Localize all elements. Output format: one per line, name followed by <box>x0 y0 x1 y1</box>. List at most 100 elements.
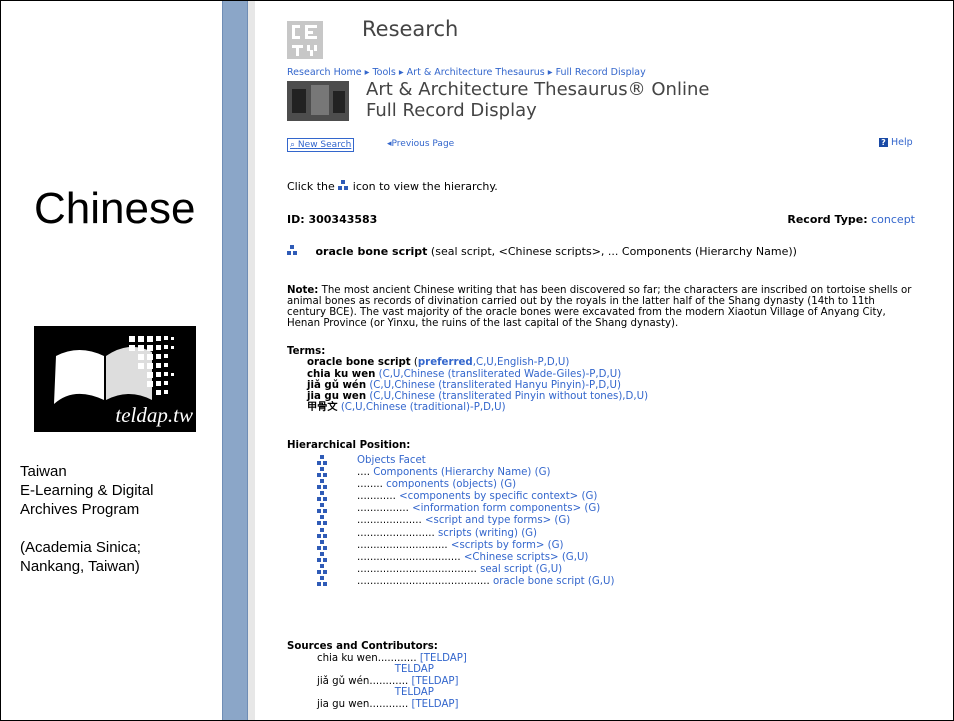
record-id: ID: 300343583 <box>287 213 378 226</box>
hierarchy-link[interactable]: <script and type forms> <box>425 515 551 526</box>
hierarchy-indent: ..................................... <box>357 563 481 575</box>
hierarchy-link[interactable]: <information form components> <box>412 503 581 514</box>
new-search-button[interactable]: ⌕ New Search <box>287 138 355 152</box>
magnifier-icon: ⌕ <box>290 140 296 150</box>
source-term: chia ku wen............ <box>317 652 420 664</box>
source-link[interactable]: [TELDAP] <box>420 653 467 664</box>
hierarchy-icon[interactable] <box>287 245 298 256</box>
terms-label: Terms: <box>287 346 326 357</box>
hierarchy-suffix: (G) <box>544 539 564 551</box>
term-name: jiǎ gǔ wén <box>307 379 367 391</box>
term-info-link[interactable]: ,C,U,English-P,D,U) <box>473 357 570 368</box>
term-info-link[interactable]: (C,U,Chinese (traditional)-P,D,U) <box>341 402 506 413</box>
description-line: Archives Program <box>20 501 140 518</box>
hierarchy-row: .... Components (Hierarchy Name) (G) <box>287 467 550 479</box>
help-label: Help <box>891 137 913 148</box>
decorative-sidebar-bar <box>222 1 248 720</box>
hierarchy-link[interactable]: <Chinese scripts> <box>464 552 559 563</box>
help-link[interactable]: ? Help <box>879 137 913 149</box>
note-label: Note: <box>287 285 319 296</box>
source-row: chia ku wen............ [TELDAP] <box>287 653 467 665</box>
hierarchy-icon[interactable] <box>317 479 328 490</box>
description-line: (Academia Sinica; <box>20 539 141 556</box>
hierarchy-link[interactable]: scripts (writing) <box>438 528 518 539</box>
sources-section: Sources and Contributors: chia ku wen...… <box>287 641 467 710</box>
hierarchy-row: ........................................… <box>287 575 614 588</box>
term-preferred-link[interactable]: preferred <box>418 357 473 368</box>
hierarchy-link[interactable]: <components by specific context> <box>399 491 578 502</box>
source-term <box>317 664 395 675</box>
hierarchy-link[interactable]: <scripts by form> <box>451 540 545 551</box>
hierarchy-link[interactable]: Components (Hierarchy Name) <box>373 467 531 478</box>
source-link[interactable]: [TELDAP] <box>411 699 458 710</box>
hierarchy-suffix: (G,U) <box>532 563 563 575</box>
hierarchy-suffix: (G) <box>578 491 598 503</box>
hierarchy-hint: Click the icon to view the hierarchy. <box>287 180 498 193</box>
hierarchy-icon[interactable] <box>317 515 328 526</box>
previous-page-link[interactable]: ◂Previous Page <box>387 138 454 150</box>
breadcrumb[interactable]: Research Home ▸ Tools ▸ Art & Architectu… <box>287 67 646 79</box>
teldap-logo: teldap.tw <box>34 326 196 432</box>
source-link[interactable]: [TELDAP] <box>411 676 458 687</box>
source-link[interactable]: TELDAP <box>395 687 434 698</box>
hierarchy-row: Objects Facet <box>287 455 426 467</box>
hierarchy-icon[interactable] <box>317 527 328 539</box>
hierarchy-row: ............ <components by specific con… <box>287 491 597 503</box>
page-title: Art & Architecture Thesaurus® Online Ful… <box>366 79 709 121</box>
term-name: chia ku wen <box>307 368 376 380</box>
description-line <box>20 519 220 538</box>
record-type: Record Type: concept <box>787 214 915 226</box>
hierarchy-icon <box>338 180 349 191</box>
header-thumbnail-image <box>287 81 349 121</box>
hierarchy-icon[interactable] <box>317 491 328 502</box>
hierarchy-suffix: (G) <box>517 527 538 539</box>
record-type-link[interactable]: concept <box>871 213 915 226</box>
main-term: oracle bone script (seal script, <Chines… <box>287 245 797 258</box>
main-term-context: (seal script, <Chinese scripts>, ... Com… <box>427 245 797 258</box>
hierarchy-indent: ................ <box>357 503 413 515</box>
hierarchy-link[interactable]: oracle bone script <box>493 576 585 587</box>
hierarchy-link[interactable]: Objects Facet <box>357 455 426 466</box>
term-row: 甲骨文 (C,U,Chinese (traditional)-P,D,U) <box>287 402 648 413</box>
description-line: Nankang, Taiwan) <box>20 558 140 575</box>
term-name: oracle bone script <box>307 357 411 369</box>
page-title-line1: Art & Architecture Thesaurus® Online <box>366 79 710 100</box>
source-term: jiǎ gǔ wén............ <box>317 675 412 687</box>
term-row: jia gu wen (C,U,Chinese (transliterated … <box>287 391 648 402</box>
scope-note: Note: The most ancient Chinese writing t… <box>287 285 917 329</box>
getty-logo[interactable] <box>287 21 323 59</box>
hint-text-before: Click the <box>287 180 339 193</box>
term-info-link[interactable]: (C,U,Chinese (transliterated Wade-Giles)… <box>379 369 622 380</box>
source-term <box>317 687 395 698</box>
hierarchy-suffix: (G) <box>497 479 517 491</box>
hierarchy-indent: .................... <box>357 515 426 527</box>
hierarchy-indent: ................................ <box>357 551 464 563</box>
hierarchy-suffix: (G,U) <box>558 551 589 563</box>
hierarchy-icon[interactable] <box>317 563 328 575</box>
term-info-link[interactable]: (C,U,Chinese (transliterated Pinyin with… <box>369 391 648 402</box>
note-text: The most ancient Chinese writing that ha… <box>287 285 912 329</box>
hierarchy-icon[interactable] <box>317 467 328 478</box>
hierarchy-link[interactable]: components (objects) <box>386 479 497 490</box>
site-section-title: Research <box>362 17 459 41</box>
page-title-line2: Full Record Display <box>366 100 537 121</box>
hierarchy-icon[interactable] <box>317 551 328 563</box>
source-term: jia gu wen............ <box>317 698 412 710</box>
hierarchy-icon[interactable] <box>317 455 328 466</box>
sources-label: Sources and Contributors: <box>287 641 438 652</box>
hierarchy-indent: ........................ <box>357 527 438 539</box>
hierarchy-indent: ............ <box>357 491 400 503</box>
screenshot-margin <box>248 1 255 720</box>
source-link[interactable]: TELDAP <box>395 664 434 675</box>
hierarchy-row: ................................ <Chines… <box>287 551 588 564</box>
term-info-link[interactable]: (C,U,Chinese (transliterated Hanyu Pinyi… <box>369 380 621 391</box>
term-row: chia ku wen (C,U,Chinese (transliterated… <box>287 369 648 380</box>
hierarchy-icon[interactable] <box>317 503 328 514</box>
slide-title: Chinese <box>34 184 196 233</box>
new-search-label: New Search <box>297 140 352 150</box>
slide-description: Taiwan E-Learning & Digital Archives Pro… <box>20 462 220 576</box>
hierarchy-suffix: (G) <box>531 467 551 479</box>
hierarchy-link[interactable]: seal script <box>480 564 532 575</box>
hierarchy-icon[interactable] <box>317 575 328 587</box>
hierarchy-icon[interactable] <box>317 539 328 551</box>
